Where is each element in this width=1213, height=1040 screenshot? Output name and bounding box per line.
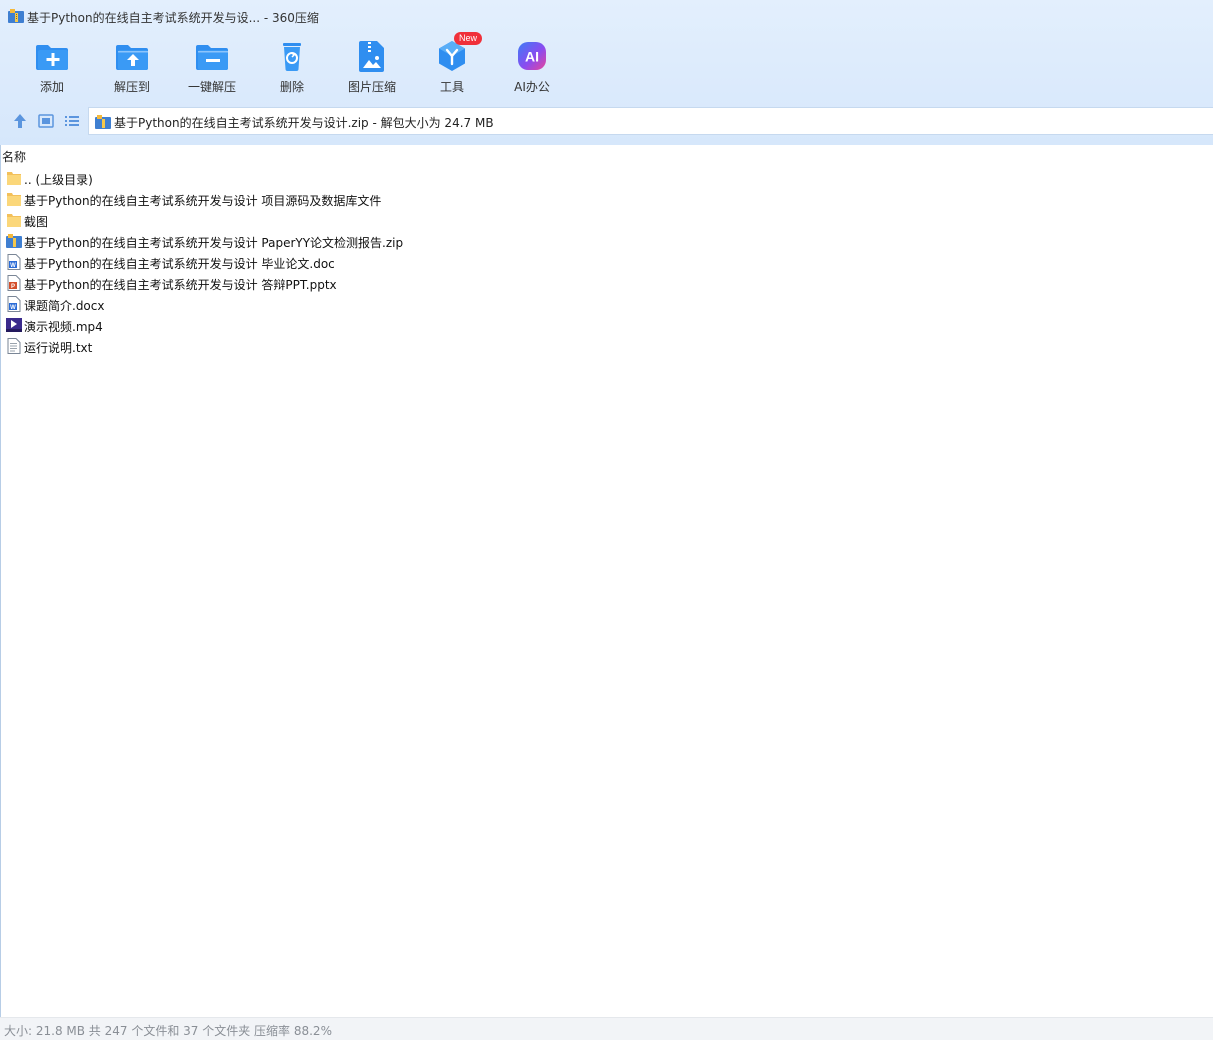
word-docx-icon: W: [7, 296, 21, 312]
extract-to-button[interactable]: 解压到: [92, 36, 172, 100]
delete-button[interactable]: 删除: [252, 36, 332, 100]
thumbnail-view-icon[interactable]: [37, 112, 55, 130]
add-label: 添加: [39, 80, 64, 94]
top-chrome: 基于Python的在线自主考试系统开发与设... - 360压缩 添加 解压到: [0, 0, 1213, 145]
new-badge: New: [454, 32, 483, 45]
list-item[interactable]: 截图: [6, 209, 806, 230]
image-compress-label: 图片压缩: [347, 80, 396, 94]
list-item[interactable]: 运行说明.txt: [6, 335, 806, 356]
one-click-extract-label: 一键解压: [187, 80, 236, 94]
svg-text:AI: AI: [525, 49, 539, 65]
folder-icon: [7, 172, 21, 185]
svg-text:W: W: [10, 305, 16, 311]
address-bar[interactable]: 基于Python的在线自主考试系统开发与设计.zip - 解包大小为 24.7 …: [88, 107, 1213, 135]
trash-icon: [283, 43, 301, 71]
address-row: 基于Python的在线自主考试系统开发与设计.zip - 解包大小为 24.7 …: [0, 106, 1213, 136]
text-file-icon: [7, 338, 21, 354]
list-item[interactable]: 基于Python的在线自主考试系统开发与设计 项目源码及数据库文件: [6, 188, 806, 209]
main-toolbar: 添加 解压到 一键解压 删除 图片压缩 工具 AI AI办公: [12, 36, 572, 102]
ai-icon: AI: [518, 42, 546, 70]
window-title: 基于Python的在线自主考试系统开发与设... - 360压缩: [27, 11, 319, 25]
address-path: 基于Python的在线自主考试系统开发与设计.zip - 解包大小为 24.7 …: [114, 116, 494, 130]
up-arrow-icon[interactable]: [11, 112, 29, 130]
list-item[interactable]: W 基于Python的在线自主考试系统开发与设计 毕业论文.doc: [6, 251, 806, 272]
folder-add-icon: [36, 45, 68, 70]
file-list: .. (上级目录) 基于Python的在线自主考试系统开发与设计 项目源码及数据…: [6, 167, 806, 356]
word-doc-icon: W: [7, 254, 21, 270]
one-click-extract-button[interactable]: 一键解压: [172, 36, 252, 100]
folder-icon: [7, 193, 21, 206]
zip-archive-icon: [8, 9, 24, 23]
file-list-pane: 名称 .. (上级目录) 基于Python的在线自主考试系统开发与设计 项目源码…: [0, 145, 1213, 1017]
list-item[interactable]: .. (上级目录): [6, 167, 806, 188]
ai-office-button[interactable]: AI AI办公: [492, 36, 572, 100]
video-icon: [6, 318, 22, 332]
zip-archive-icon: [95, 115, 111, 129]
svg-text:W: W: [10, 263, 16, 269]
tools-label: 工具: [439, 80, 464, 94]
list-view-icon[interactable]: [63, 112, 81, 130]
list-item[interactable]: P 基于Python的在线自主考试系统开发与设计 答辩PPT.pptx: [6, 272, 806, 293]
status-bar: 大小: 21.8 MB 共 247 个文件和 37 个文件夹 压缩率 88.2%: [0, 1017, 1213, 1040]
folder-upload-icon: [116, 45, 148, 70]
title-bar: 基于Python的在线自主考试系统开发与设... - 360压缩: [0, 0, 1213, 32]
list-item[interactable]: 基于Python的在线自主考试系统开发与设计 PaperYY论文检测报告.zip: [6, 230, 806, 251]
status-text: 大小: 21.8 MB 共 247 个文件和 37 个文件夹 压缩率 88.2%: [4, 1024, 332, 1038]
extract-to-label: 解压到: [113, 80, 150, 94]
folder-minus-icon: [196, 45, 228, 70]
column-header-name[interactable]: 名称: [2, 148, 26, 165]
svg-text:P: P: [11, 284, 15, 290]
powerpoint-icon: P: [7, 275, 21, 291]
ai-office-label: AI办公: [514, 80, 550, 94]
delete-label: 删除: [279, 80, 304, 94]
zip-icon: [6, 234, 22, 248]
list-item[interactable]: 演示视频.mp4: [6, 314, 806, 335]
image-zip-icon: [359, 41, 384, 72]
list-item[interactable]: W 课题简介.docx: [6, 293, 806, 314]
image-compress-button[interactable]: 图片压缩: [332, 36, 412, 100]
add-button[interactable]: 添加: [12, 36, 92, 100]
folder-icon: [7, 214, 21, 227]
tools-button[interactable]: 工具: [412, 36, 492, 100]
